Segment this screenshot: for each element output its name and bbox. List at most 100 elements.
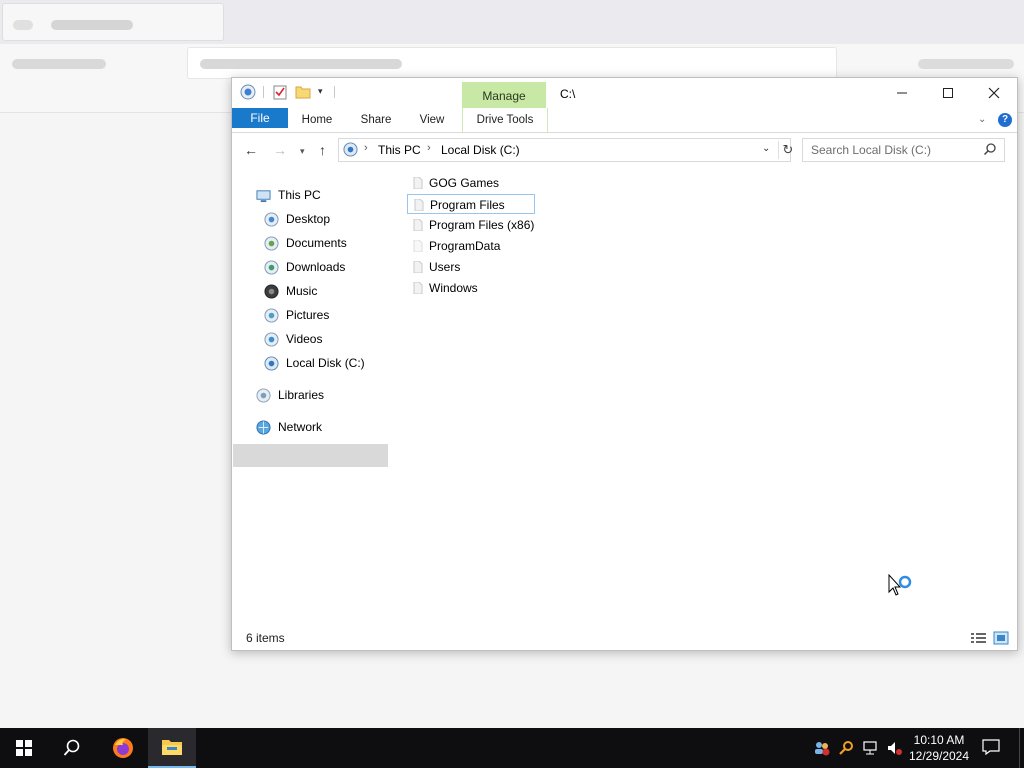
taskbar-clock[interactable]: 10:10 AM 12/29/2024 [906, 732, 972, 764]
people-icon[interactable] [814, 740, 830, 756]
background-placeholder [12, 59, 106, 69]
notification-center-icon[interactable] [982, 739, 1000, 755]
nav-label: This PC [278, 188, 321, 202]
background-placeholder [200, 59, 402, 69]
folder-icon [413, 219, 423, 231]
videos-icon [264, 332, 279, 347]
clock-date: 12/29/2024 [908, 749, 970, 763]
maximize-button[interactable] [925, 78, 971, 108]
breadcrumb-separator-icon: › [364, 142, 368, 154]
address-row: ← → ▾ ↑ › This PC › Local Disk (C:) ⌄ ↻ … [232, 133, 1017, 167]
desktop-icon [264, 212, 279, 227]
address-bar[interactable]: › This PC › Local Disk (C:) ⌄ ↻ [338, 138, 793, 162]
windows-logo-icon [16, 740, 32, 756]
close-button[interactable] [971, 78, 1017, 108]
start-button[interactable] [0, 728, 48, 768]
file-explorer-window: ▾ Manage C:\ File Home Share View Drive … [231, 77, 1018, 651]
list-item-programdata[interactable]: ProgramData [407, 236, 537, 256]
breadcrumb-local-disk[interactable]: Local Disk (C:) [441, 143, 520, 157]
search-button[interactable] [48, 728, 96, 768]
tab-home[interactable]: Home [292, 108, 342, 132]
taskbar: 10:10 AM 12/29/2024 [0, 728, 1024, 768]
volume-muted-icon[interactable] [886, 740, 902, 756]
maximize-icon [943, 88, 953, 98]
details-view-icon[interactable] [971, 633, 986, 643]
pictures-icon [264, 308, 279, 323]
search-icon [983, 143, 996, 156]
libraries-icon [256, 388, 271, 403]
view-toggle [971, 631, 1009, 645]
address-dropdown-icon[interactable]: ⌄ [762, 143, 770, 154]
help-icon[interactable]: ? [998, 113, 1012, 127]
separator [334, 86, 335, 98]
list-item-users[interactable]: Users [407, 257, 537, 277]
tab-share[interactable]: Share [350, 108, 402, 132]
file-list: GOG Games Program Files Program Files (x… [407, 172, 1007, 632]
busy-cursor-icon [888, 574, 912, 596]
list-item-gog-games[interactable]: GOG Games [407, 173, 537, 193]
file-name: ProgramData [429, 239, 501, 253]
downloads-icon [264, 260, 279, 275]
file-name: Program Files (x86) [429, 218, 535, 232]
background-placeholder [918, 59, 1014, 69]
list-item-windows[interactable]: Windows [407, 278, 537, 298]
local-disk-icon [264, 356, 279, 371]
background-tab [2, 3, 224, 41]
firefox-icon [113, 738, 133, 758]
breadcrumb-separator-icon: › [427, 142, 431, 154]
nav-selection-highlight [233, 444, 388, 467]
nav-label: Network [278, 420, 323, 434]
minimize-button[interactable] [879, 78, 925, 108]
folder-icon [413, 261, 423, 273]
nav-label: Downloads [286, 260, 346, 274]
large-icons-view-icon[interactable] [993, 631, 1009, 645]
customize-qat-icon[interactable]: ▾ [318, 86, 323, 97]
nav-label: Pictures [286, 308, 330, 322]
nav-label: Local Disk (C:) [286, 356, 365, 370]
ribbon-tabs: File Home Share View Drive Tools ⌄ ? [232, 108, 1017, 133]
back-arrow-icon[interactable]: ← [244, 142, 258, 158]
breadcrumb-this-pc[interactable]: This PC [378, 143, 421, 157]
search-box[interactable]: Search Local Disk (C:) [802, 138, 1005, 162]
tab-file[interactable]: File [232, 108, 288, 128]
properties-icon[interactable] [272, 84, 288, 100]
search-icon [63, 739, 80, 756]
tab-drive-tools[interactable]: Drive Tools [462, 108, 548, 132]
taskbar-firefox[interactable] [99, 728, 147, 768]
key-icon[interactable] [838, 740, 854, 756]
status-item-count: 6 items [246, 631, 285, 645]
folder-icon [413, 177, 423, 189]
window-title: C:\ [560, 87, 576, 101]
up-arrow-icon[interactable]: ↑ [319, 142, 326, 158]
folder-icon [414, 199, 424, 211]
nav-label: Desktop [286, 212, 331, 226]
list-item-program-files-x86[interactable]: Program Files (x86) [407, 215, 567, 235]
network-status-icon[interactable] [862, 740, 878, 756]
nav-label: Libraries [278, 388, 325, 402]
list-item-program-files[interactable]: Program Files [407, 194, 535, 214]
file-name: Windows [429, 281, 478, 295]
music-icon [264, 284, 279, 299]
background-placeholder [51, 20, 133, 30]
recent-locations-chevron-icon[interactable]: ▾ [300, 146, 305, 157]
folder-icon [413, 240, 423, 252]
close-icon [988, 87, 1000, 99]
tab-manage[interactable]: Manage [462, 82, 546, 108]
nav-label: Documents [286, 236, 347, 250]
explorer-system-icon[interactable] [240, 84, 256, 100]
forward-arrow-icon[interactable]: → [273, 142, 287, 158]
nav-label: Music [286, 284, 318, 298]
new-folder-icon[interactable] [295, 84, 311, 100]
show-desktop-button[interactable] [1019, 728, 1024, 768]
refresh-icon[interactable]: ↻ [778, 141, 797, 159]
expand-ribbon-chevron-icon[interactable]: ⌄ [978, 114, 986, 125]
file-explorer-icon [162, 740, 182, 755]
nav-label: Videos [286, 332, 323, 346]
separator [263, 86, 264, 98]
minimize-icon [897, 92, 907, 94]
taskbar-file-explorer[interactable] [148, 728, 196, 768]
file-name: Users [429, 260, 461, 274]
navigation-pane: This PC Desktop Documents Downloads Musi… [232, 170, 392, 630]
file-name: Program Files [430, 198, 505, 212]
tab-view[interactable]: View [408, 108, 456, 132]
